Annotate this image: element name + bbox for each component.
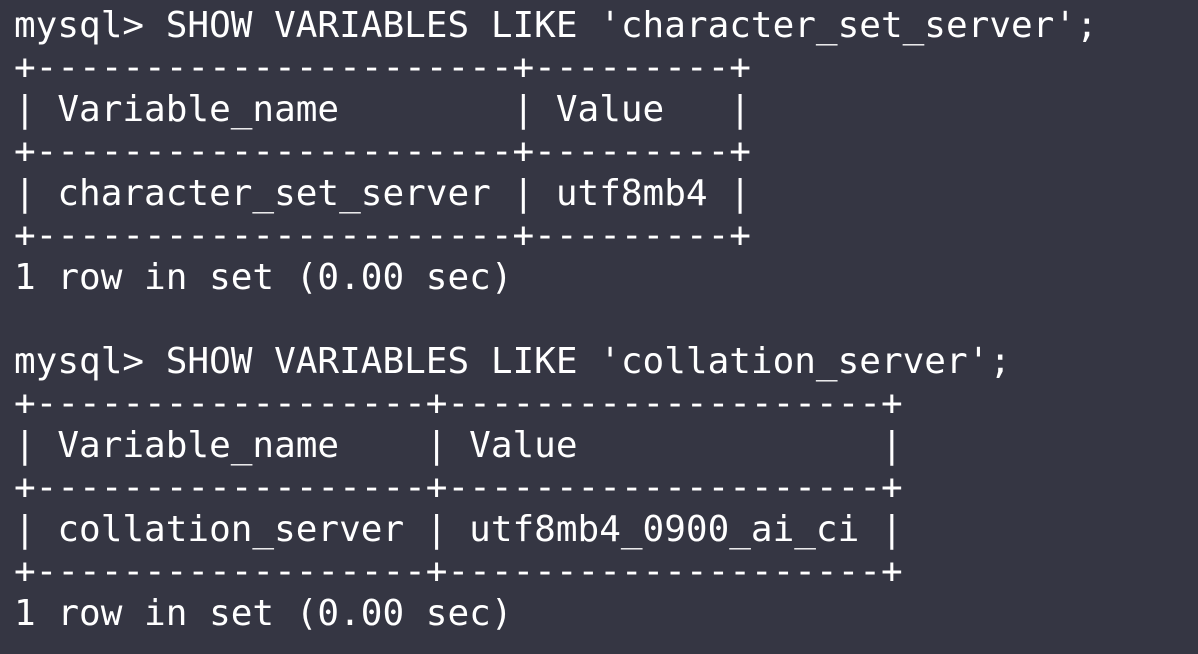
table-border-mid: +----------------------+---------+ (14, 131, 751, 172)
table-border-top: +------------------+--------------------… (14, 383, 903, 424)
table-header: | Variable_name | Value | (14, 425, 903, 466)
result-status: 1 row in set (0.00 sec) (14, 593, 513, 634)
command-line: mysql> SHOW VARIABLES LIKE 'character_se… (14, 5, 1098, 46)
result-status: 1 row in set (0.00 sec) (14, 257, 513, 298)
table-border-bottom: +----------------------+---------+ (14, 215, 751, 256)
table-border-top: +----------------------+---------+ (14, 47, 751, 88)
command-line: mysql> SHOW VARIABLES LIKE 'collation_se… (14, 341, 1011, 382)
table-border-bottom: +------------------+--------------------… (14, 551, 903, 592)
table-border-mid: +------------------+--------------------… (14, 467, 903, 508)
table-row: | character_set_server | utf8mb4 | (14, 173, 751, 214)
terminal-window[interactable]: mysql> SHOW VARIABLES LIKE 'character_se… (0, 0, 1198, 654)
table-row: | collation_server | utf8mb4_0900_ai_ci … (14, 509, 903, 550)
table-header: | Variable_name | Value | (14, 89, 751, 130)
